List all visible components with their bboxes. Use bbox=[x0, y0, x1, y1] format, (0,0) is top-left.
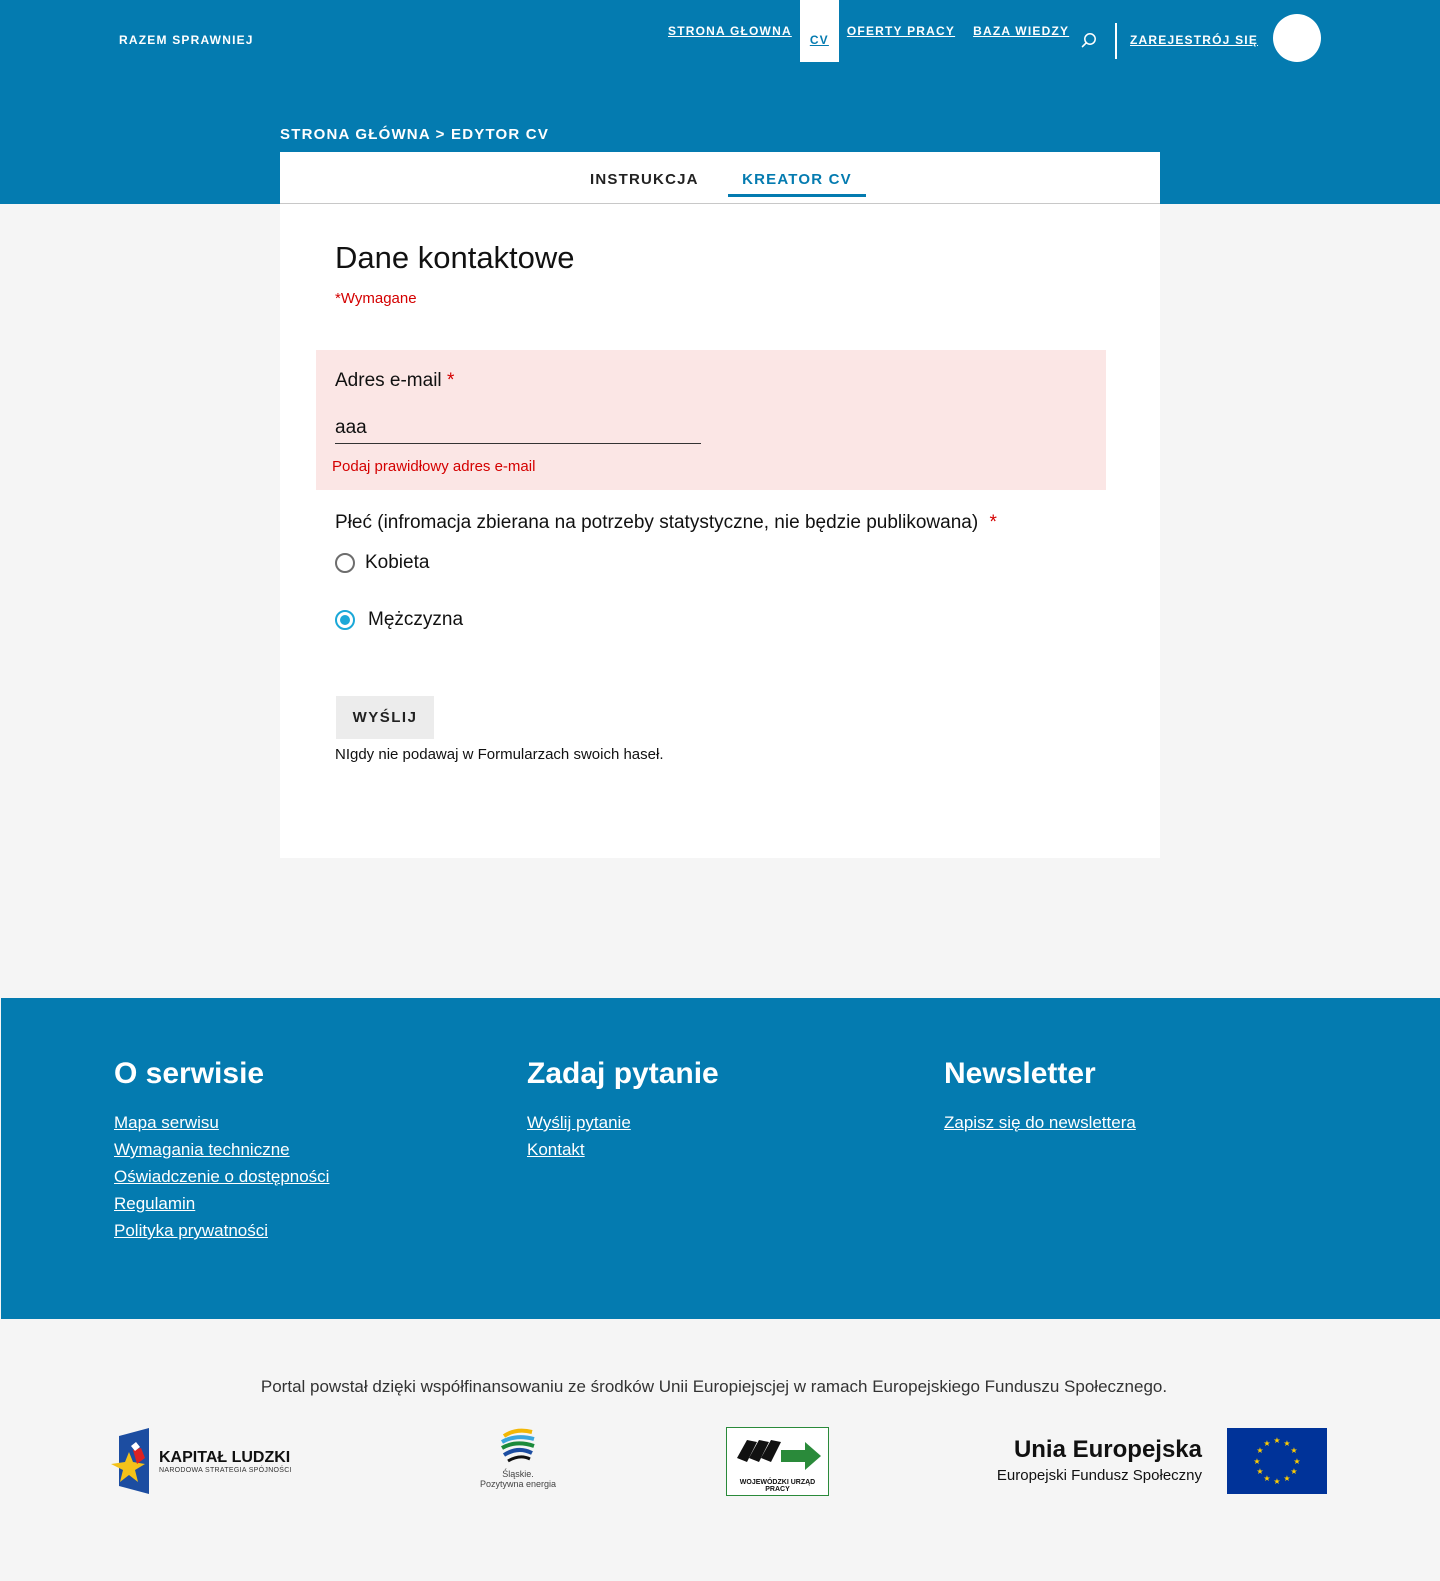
search-icon[interactable] bbox=[1081, 32, 1097, 48]
main-nav: STRONA GŁOWNA CV OFERTY PRACY BAZA WIEDZ… bbox=[668, 0, 1087, 62]
svg-text:★: ★ bbox=[1263, 1439, 1270, 1448]
footer-about-title: O serwisie bbox=[114, 1057, 265, 1090]
email-label: Adres e-mail * bbox=[335, 370, 454, 392]
tab-cv-creator[interactable]: KREATOR CV bbox=[728, 171, 866, 197]
footer-newsletter-column: Newsletter Zapisz się do newslettera bbox=[944, 1057, 1136, 1136]
footer-link-send-question[interactable]: Wyślij pytanie bbox=[527, 1109, 719, 1136]
partner-logos: KAPITAŁ LUDZKI NARODOWA STRATEGIA SPÓJNO… bbox=[0, 1427, 1440, 1508]
required-star: * bbox=[446, 370, 455, 391]
footer-link-tech-requirements[interactable]: Wymagania techniczne bbox=[114, 1136, 329, 1163]
site-footer: O serwisie Mapa serwisu Wymagania techni… bbox=[1, 998, 1440, 1319]
eu-title: Unia Europejska bbox=[1013, 1436, 1202, 1463]
nav-knowledge-base[interactable]: BAZA WIEDZY bbox=[973, 24, 1069, 38]
gender-label: Płeć (infromacja zbierana na potrzeby st… bbox=[335, 512, 997, 534]
email-error-message: Podaj prawidłowy adres e-mail bbox=[332, 458, 536, 475]
required-note: *Wymagane bbox=[335, 290, 417, 307]
footer-ask-title: Zadaj pytanie bbox=[527, 1057, 719, 1090]
tab-instructions[interactable]: INSTRUKCJA bbox=[590, 171, 699, 188]
wup-name: WOJEWÓDZKI URZĄD PRACY bbox=[739, 1479, 816, 1493]
footer-link-newsletter-signup[interactable]: Zapisz się do newslettera bbox=[944, 1109, 1136, 1136]
brand-logo-text[interactable]: RAZEM SPRAWNIEJ bbox=[119, 33, 254, 47]
gender-label-text: Płeć (infromacja zbierana na potrzeby st… bbox=[335, 512, 979, 533]
footer-link-privacy[interactable]: Polityka prywatności bbox=[114, 1217, 329, 1244]
slaskie-logo: Śląskie. Pozytywna energia bbox=[478, 1428, 558, 1498]
kapital-ludzki-subtitle: NARODOWA STRATEGIA SPÓJNOŚCI bbox=[159, 1466, 292, 1474]
cofunding-text: Portal powstał dzięki współfinansowaniu … bbox=[260, 1377, 1168, 1396]
svg-text:★: ★ bbox=[1293, 1457, 1300, 1466]
eu-subtitle: Europejski Fundusz Społeczny bbox=[996, 1467, 1202, 1484]
wup-emblem-icon bbox=[737, 1440, 821, 1470]
nav-cv[interactable]: CV bbox=[799, 0, 839, 62]
svg-text:★: ★ bbox=[1273, 1477, 1280, 1486]
slaskie-waves-icon bbox=[501, 1428, 535, 1463]
kapital-ludzki-logo: KAPITAŁ LUDZKI NARODOWA STRATEGIA SPÓJNO… bbox=[111, 1428, 311, 1494]
submit-button[interactable]: WYŚLIJ bbox=[336, 696, 434, 739]
svg-text:★: ★ bbox=[1290, 1446, 1297, 1455]
svg-text:★: ★ bbox=[1273, 1436, 1280, 1445]
cv-editor-card: INSTRUKCJA KREATOR CV Dane kontaktowe *W… bbox=[280, 152, 1160, 858]
email-field-group: Adres e-mail * Podaj prawidłowy adres e-… bbox=[316, 350, 1106, 490]
form-title: Dane kontaktowe bbox=[335, 240, 575, 275]
footer-about-column: O serwisie Mapa serwisu Wymagania techni… bbox=[114, 1057, 329, 1244]
kapital-ludzki-title: KAPITAŁ LUDZKI bbox=[159, 1448, 291, 1466]
footer-link-contact[interactable]: Kontakt bbox=[527, 1136, 719, 1163]
gender-option-female[interactable]: Kobieta bbox=[335, 552, 429, 574]
radio-button-unchecked[interactable] bbox=[335, 553, 355, 573]
nav-home[interactable]: STRONA GŁOWNA bbox=[668, 24, 792, 38]
wup-logo: WOJEWÓDZKI URZĄD PRACY bbox=[726, 1427, 829, 1496]
kapital-ludzki-emblem-icon bbox=[111, 1428, 149, 1494]
register-link[interactable]: ZAREJESTRÓJ SIĘ bbox=[1130, 33, 1258, 47]
eu-flag-icon: ★ ★ ★ ★ ★ ★ ★ ★ ★ ★ ★ ★ bbox=[1227, 1428, 1327, 1494]
slaskie-name: Śląskie. bbox=[502, 1469, 534, 1479]
email-input[interactable] bbox=[335, 413, 701, 444]
tab-bar: INSTRUKCJA KREATOR CV bbox=[280, 152, 1160, 204]
cofunding-notice: Portal powstał dzięki współfinansowaniu … bbox=[0, 1377, 1440, 1397]
nav-divider bbox=[1115, 23, 1117, 59]
radio-button-checked[interactable] bbox=[335, 610, 355, 630]
svg-text:★: ★ bbox=[1253, 1457, 1260, 1466]
nav-job-offers[interactable]: OFERTY PRACY bbox=[847, 24, 955, 38]
footer-link-terms[interactable]: Regulamin bbox=[114, 1190, 329, 1217]
required-star: * bbox=[989, 512, 997, 533]
eu-logo: Unia Europejska Europejski Fundusz Społe… bbox=[996, 1428, 1327, 1494]
svg-text:★: ★ bbox=[1256, 1467, 1263, 1476]
radio-label: Mężczyzna bbox=[368, 609, 464, 630]
gender-option-male[interactable]: Mężczyzna bbox=[335, 609, 463, 631]
footer-newsletter-title: Newsletter bbox=[944, 1057, 1096, 1090]
svg-text:★: ★ bbox=[1263, 1474, 1270, 1483]
footer-link-accessibility[interactable]: Oświadczenie o dostępności bbox=[114, 1163, 329, 1190]
footer-link-sitemap[interactable]: Mapa serwisu bbox=[114, 1109, 329, 1136]
footer-ask-column: Zadaj pytanie Wyślij pytanie Kontakt bbox=[527, 1057, 719, 1163]
email-label-text: Adres e-mail bbox=[335, 370, 442, 391]
radio-label: Kobieta bbox=[365, 552, 430, 573]
svg-text:★: ★ bbox=[1290, 1467, 1297, 1476]
user-avatar[interactable] bbox=[1273, 14, 1321, 62]
svg-text:★: ★ bbox=[1283, 1474, 1290, 1483]
slaskie-slogan: Pozytywna energia bbox=[479, 1479, 557, 1489]
breadcrumb: STRONA GŁÓWNA > EDYTOR CV bbox=[280, 126, 550, 143]
password-note: NIgdy nie podawaj w Formularzach swoich … bbox=[335, 746, 664, 763]
